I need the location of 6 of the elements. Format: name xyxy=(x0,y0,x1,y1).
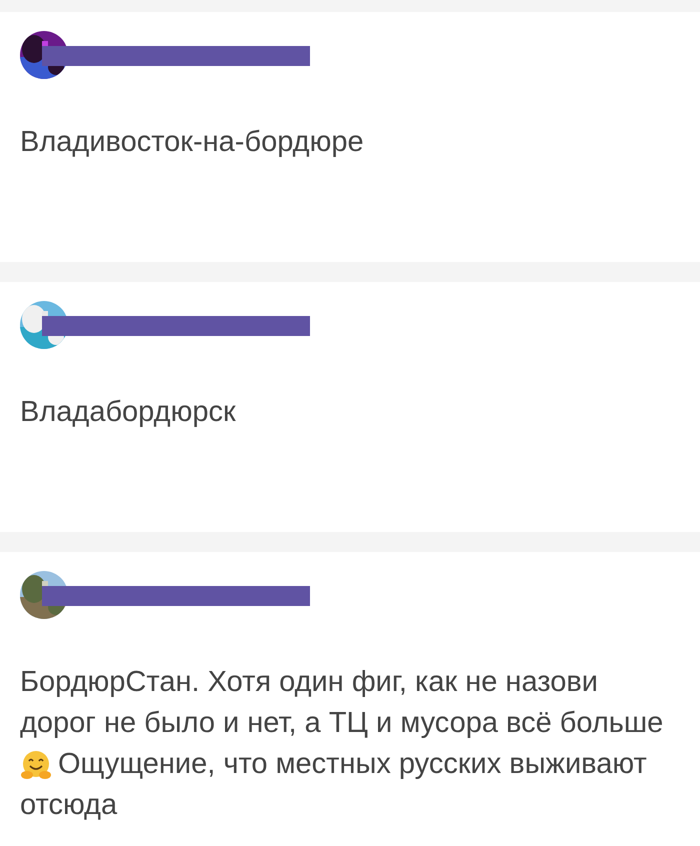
comment-text: Ощущение, что местных русских выживают xyxy=(58,747,647,782)
comment-text: Владабордюрск xyxy=(20,395,236,430)
comment-text: дорог не было и нет, а ТЦ и мусора всё больше xyxy=(20,706,664,741)
comment-text: Владивосток-на-бордюре xyxy=(20,125,364,160)
comment-text: БордюрСтан. Хотя один фиг, как не назови xyxy=(20,665,598,700)
comment-text: отсюда xyxy=(20,788,118,823)
